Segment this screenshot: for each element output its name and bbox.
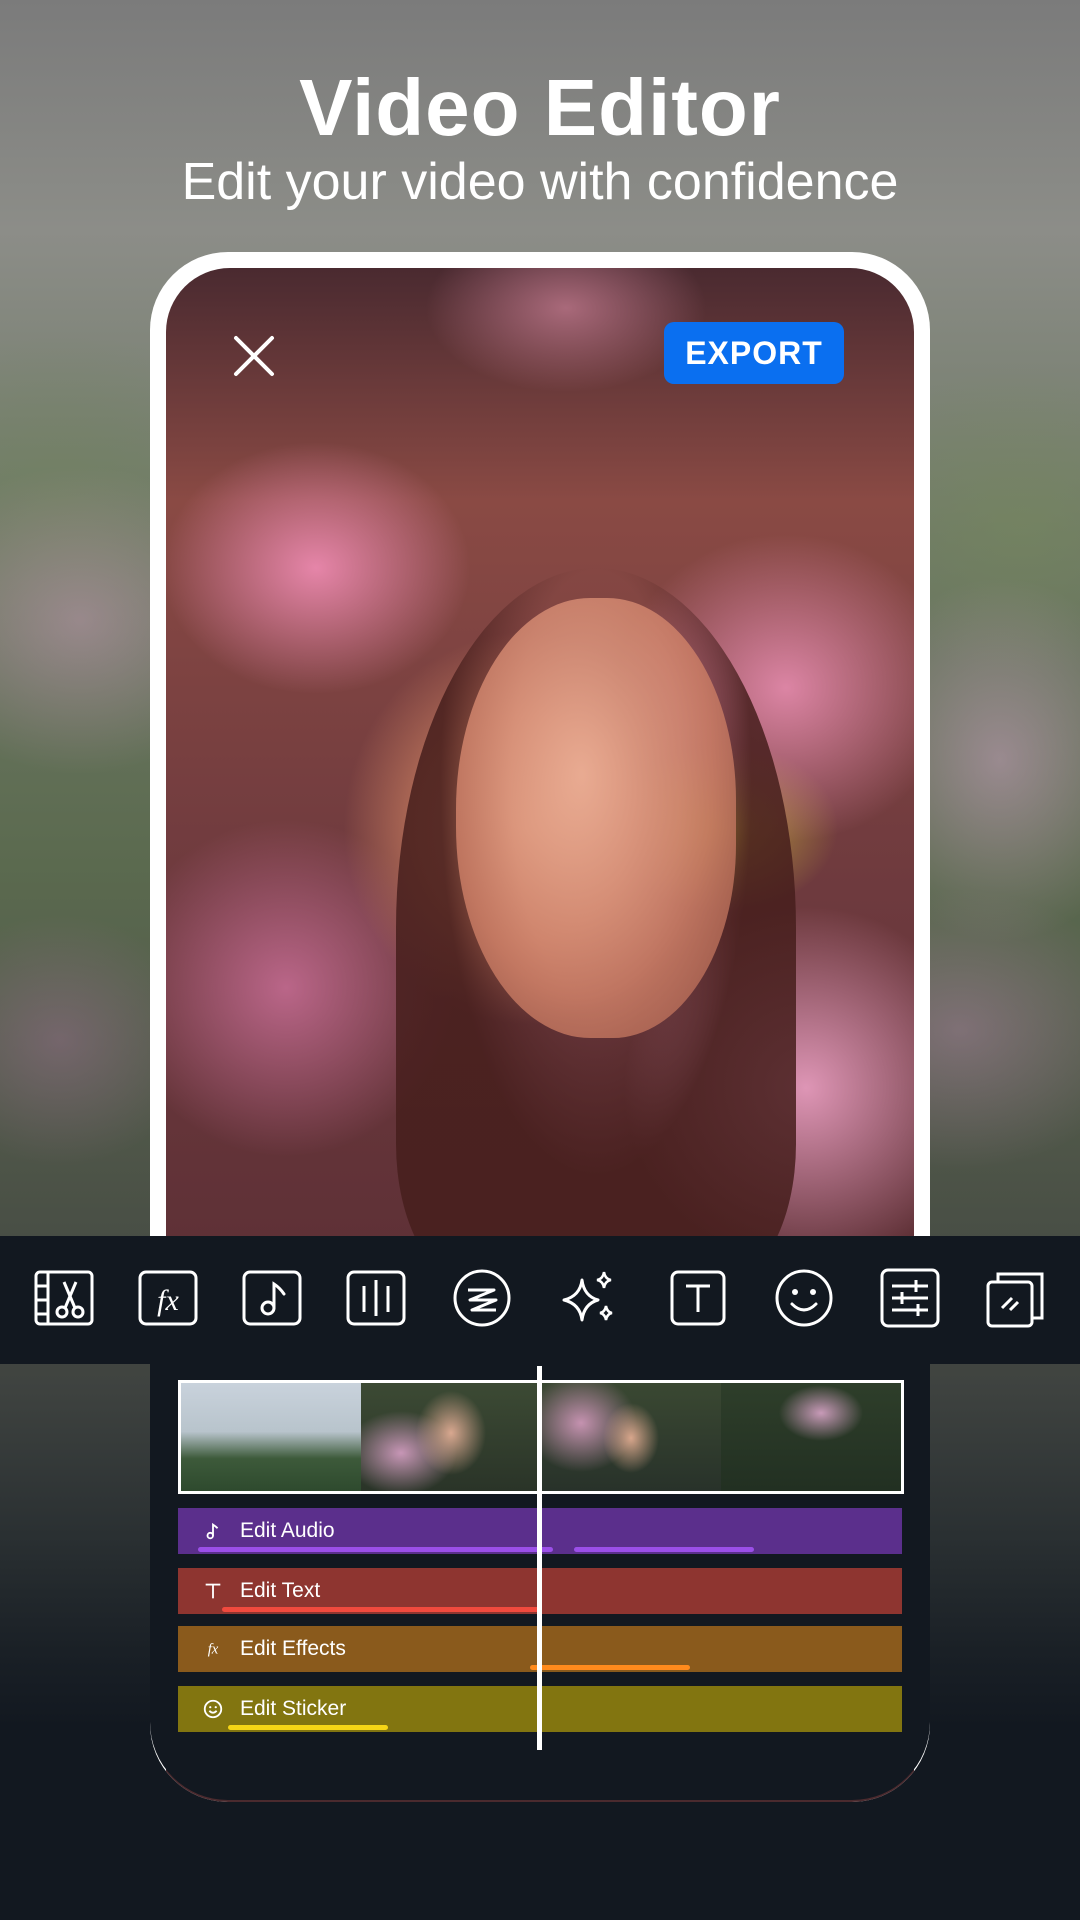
audio-clip-bar[interactable] [574, 1547, 754, 1552]
playhead[interactable] [537, 1366, 542, 1750]
music-note-icon [198, 1520, 228, 1542]
clip-thumbnail [361, 1383, 541, 1491]
text-icon [198, 1580, 228, 1602]
effects-fx-icon: fx [198, 1638, 228, 1660]
cut-clip-icon[interactable] [32, 1266, 96, 1330]
smiley-icon[interactable] [772, 1266, 836, 1330]
sticker-clip-bar[interactable] [228, 1725, 388, 1730]
track-label: Edit Audio [240, 1519, 335, 1542]
svg-text:fx: fx [208, 1642, 219, 1658]
clip-thumbnail [181, 1383, 361, 1491]
text-clip-bar[interactable] [222, 1607, 542, 1612]
sparkle-icon[interactable] [556, 1266, 620, 1330]
effects-fx-icon[interactable]: fx [136, 1266, 200, 1330]
clip-thumbnail [721, 1383, 901, 1491]
page-subtitle: Edit your video with confidence [181, 153, 899, 211]
effects-clip-bar[interactable] [530, 1665, 690, 1670]
audio-clip-bar[interactable] [198, 1547, 553, 1552]
layers-icon[interactable] [984, 1266, 1048, 1330]
track-label: Edit Effects [240, 1637, 346, 1660]
music-note-icon[interactable] [240, 1266, 304, 1330]
svg-text:fx: fx [157, 1284, 179, 1317]
track-label: Edit Sticker [240, 1697, 347, 1720]
close-icon [234, 336, 274, 376]
page-title: Video Editor [299, 63, 781, 152]
clip-thumbnail [541, 1383, 721, 1491]
text-icon[interactable] [666, 1266, 730, 1330]
export-button[interactable]: EXPORT [664, 322, 844, 384]
equalizer-icon[interactable] [344, 1266, 408, 1330]
smiley-icon [198, 1698, 228, 1720]
speed-icon[interactable] [450, 1266, 514, 1330]
track-label: Edit Text [240, 1579, 321, 1602]
preview-face [456, 598, 736, 1038]
adjust-sliders-icon[interactable] [878, 1266, 942, 1330]
close-button[interactable] [226, 328, 282, 384]
